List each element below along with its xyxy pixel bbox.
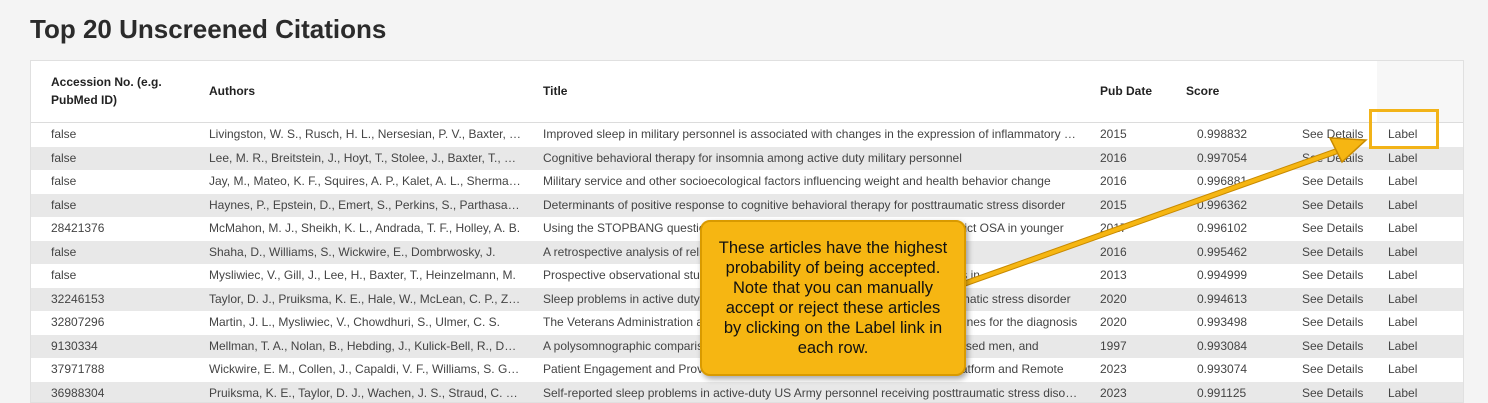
label-link[interactable]: Label — [1388, 288, 1428, 312]
cell-authors: Martin, J. L., Mysliwiec, V., Chowdhuri,… — [209, 311, 521, 335]
cell-pub-date: 2016 — [1100, 170, 1160, 194]
label-highlight-box — [1369, 109, 1439, 149]
cell-authors: Mysliwiec, V., Gill, J., Lee, H., Baxter… — [209, 264, 521, 288]
see-details-link[interactable]: See Details — [1302, 311, 1372, 335]
header-score[interactable]: Score — [1186, 82, 1219, 100]
cell-pub-date: 2016 — [1100, 241, 1160, 265]
see-details-link[interactable]: See Details — [1302, 170, 1372, 194]
cell-pub-date: 2020 — [1100, 288, 1160, 312]
cell-authors: Wickwire, E. M., Collen, J., Capaldi, V.… — [209, 358, 521, 382]
header-accession[interactable]: Accession No. (e.g. PubMed ID) — [51, 73, 181, 109]
label-link[interactable]: Label — [1388, 170, 1428, 194]
label-link[interactable]: Label — [1388, 264, 1428, 288]
cell-accession: 32807296 — [51, 311, 191, 335]
cell-score: 0.991125 — [1197, 382, 1277, 403]
cell-score: 0.993084 — [1197, 335, 1277, 359]
header-authors[interactable]: Authors — [209, 82, 255, 100]
label-link[interactable]: Label — [1388, 358, 1428, 382]
cell-title: Cognitive behavioral therapy for insomni… — [543, 147, 1081, 171]
cell-authors: Shaha, D., Williams, S., Wickwire, E., D… — [209, 241, 521, 265]
cell-authors: Haynes, P., Epstein, D., Emert, S., Perk… — [209, 194, 521, 218]
label-link[interactable]: Label — [1388, 147, 1428, 171]
see-details-link[interactable]: See Details — [1302, 147, 1372, 171]
cell-authors: McMahon, M. J., Sheikh, K. L., Andrada, … — [209, 217, 521, 241]
cell-pub-date: 2013 — [1100, 264, 1160, 288]
label-link[interactable]: Label — [1388, 194, 1428, 218]
cell-accession: false — [51, 264, 191, 288]
cell-accession: 28421376 — [51, 217, 191, 241]
cell-title: Improved sleep in military personnel is … — [543, 123, 1081, 147]
cell-pub-date: 2020 — [1100, 311, 1160, 335]
table-row: false Lee, M. R., Breitstein, J., Hoyt, T… — [31, 147, 1463, 171]
cell-score: 0.996102 — [1197, 217, 1277, 241]
cell-score: 0.994999 — [1197, 264, 1277, 288]
cell-accession: 36988304 — [51, 382, 191, 403]
cell-authors: Taylor, D. J., Pruiksma, K. E., Hale, W.… — [209, 288, 521, 312]
see-details-link[interactable]: See Details — [1302, 194, 1372, 218]
cell-pub-date: 2017 — [1100, 217, 1160, 241]
cell-score: 0.997054 — [1197, 147, 1277, 171]
cell-score: 0.994613 — [1197, 288, 1277, 312]
cell-accession: false — [51, 194, 191, 218]
see-details-link[interactable]: See Details — [1302, 382, 1372, 403]
cell-pub-date: 2015 — [1100, 194, 1160, 218]
see-details-link[interactable]: See Details — [1302, 217, 1372, 241]
see-details-link[interactable]: See Details — [1302, 123, 1372, 147]
cell-accession: false — [51, 241, 191, 265]
cell-score: 0.993498 — [1197, 311, 1277, 335]
table-row: 36988304 Pruiksma, K. E., Taylor, D. J., … — [31, 382, 1463, 403]
table-row: false Haynes, P., Epstein, D., Emert, S.,… — [31, 194, 1463, 218]
see-details-link[interactable]: See Details — [1302, 288, 1372, 312]
cell-authors: Mellman, T. A., Nolan, B., Hebding, J., … — [209, 335, 521, 359]
label-link[interactable]: Label — [1388, 241, 1428, 265]
label-link[interactable]: Label — [1388, 311, 1428, 335]
cell-score: 0.995462 — [1197, 241, 1277, 265]
cell-pub-date: 1997 — [1100, 335, 1160, 359]
cell-accession: false — [51, 170, 191, 194]
cell-accession: false — [51, 123, 191, 147]
cell-accession: 9130334 — [51, 335, 191, 359]
table-header: Accession No. (e.g. PubMed ID) Authors T… — [31, 61, 1463, 123]
cell-pub-date: 2023 — [1100, 382, 1160, 403]
cell-authors: Livingston, W. S., Rusch, H. L., Nersesi… — [209, 123, 521, 147]
cell-score: 0.998832 — [1197, 123, 1277, 147]
cell-pub-date: 2015 — [1100, 123, 1160, 147]
cell-pub-date: 2023 — [1100, 358, 1160, 382]
cell-score: 0.996362 — [1197, 194, 1277, 218]
header-pub-date[interactable]: Pub Date — [1100, 82, 1152, 100]
cell-title: Self-reported sleep problems in active-d… — [543, 382, 1081, 403]
cell-pub-date: 2016 — [1100, 147, 1160, 171]
cell-title: Military service and other socioecologic… — [543, 170, 1081, 194]
callout-tooltip: These articles have the highest probabil… — [700, 220, 966, 376]
see-details-link[interactable]: See Details — [1302, 241, 1372, 265]
header-title[interactable]: Title — [543, 82, 567, 100]
table-row: false Livingston, W. S., Rusch, H. L., Ne… — [31, 123, 1463, 147]
see-details-link[interactable]: See Details — [1302, 335, 1372, 359]
cell-accession: 32246153 — [51, 288, 191, 312]
cell-accession: 37971788 — [51, 358, 191, 382]
cell-authors: Lee, M. R., Breitstein, J., Hoyt, T., St… — [209, 147, 521, 171]
callout-text: These articles have the highest probabil… — [716, 238, 950, 358]
table-row: false Jay, M., Mateo, K. F., Squires, A. … — [31, 170, 1463, 194]
cell-title: Determinants of positive response to cog… — [543, 194, 1081, 218]
label-link[interactable]: Label — [1388, 217, 1428, 241]
cell-score: 0.993074 — [1197, 358, 1277, 382]
label-link[interactable]: Label — [1388, 382, 1428, 403]
cell-accession: false — [51, 147, 191, 171]
cell-authors: Pruiksma, K. E., Taylor, D. J., Wachen, … — [209, 382, 521, 403]
cell-score: 0.996881 — [1197, 170, 1277, 194]
label-link[interactable]: Label — [1388, 335, 1428, 359]
page-title: Top 20 Unscreened Citations — [30, 14, 386, 45]
see-details-link[interactable]: See Details — [1302, 264, 1372, 288]
see-details-link[interactable]: See Details — [1302, 358, 1372, 382]
cell-authors: Jay, M., Mateo, K. F., Squires, A. P., K… — [209, 170, 521, 194]
